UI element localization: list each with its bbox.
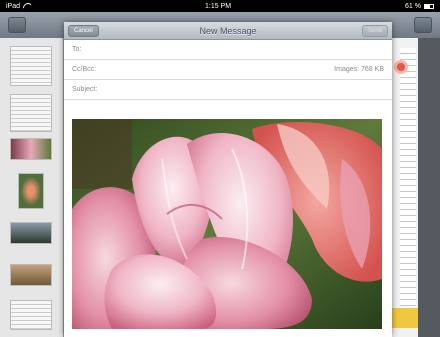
images-label: Images: [334,66,360,73]
ccbcc-label: Cc/Bcc: [72,66,97,73]
thumbnail-landscape[interactable] [10,222,52,244]
images-size: 768 KB [361,66,384,73]
wifi-icon [23,3,31,9]
images-size-info[interactable]: Images: 768 KB [334,66,384,73]
battery-icon [424,3,434,9]
thumbnail-page[interactable] [10,46,52,86]
tulip-image [72,119,382,329]
to-field[interactable]: To: [64,40,392,60]
send-button[interactable]: Send [361,25,388,37]
status-bar: iPad 1:15 PM 61 % [0,0,440,12]
document-logo [394,60,408,74]
subject-field[interactable]: Subject: [64,80,392,100]
compose-title: New Message [199,25,257,36]
background-document [392,38,440,337]
attached-tulip-photo[interactable] [72,119,382,329]
document-highlight [392,308,418,328]
background-thumbnail-sidebar [0,38,64,337]
thumbnail-flower[interactable] [10,138,52,160]
battery-percent: 61 % [405,2,421,10]
thumbnail-page[interactable] [10,300,52,330]
ccbcc-field[interactable]: Cc/Bcc: Images: 768 KB [64,60,392,80]
background-share-button[interactable] [414,17,432,33]
document-edge [418,38,440,337]
to-label: To: [72,46,82,53]
status-time: 1:15 PM [204,2,232,10]
thumbnail-photo[interactable] [10,264,52,286]
thumbnail-page[interactable] [10,94,52,132]
background-settings-button[interactable] [8,17,26,33]
subject-label: Subject: [72,86,98,93]
document-text-lines [400,48,416,328]
cancel-button[interactable]: Cancel [68,25,99,37]
compose-navbar: Cancel New Message Send [64,22,392,40]
device-label: iPad [6,2,21,10]
thumbnail-flower[interactable] [18,173,44,209]
compose-sheet: Cancel New Message Send To: Cc/Bcc: Imag… [64,22,392,337]
